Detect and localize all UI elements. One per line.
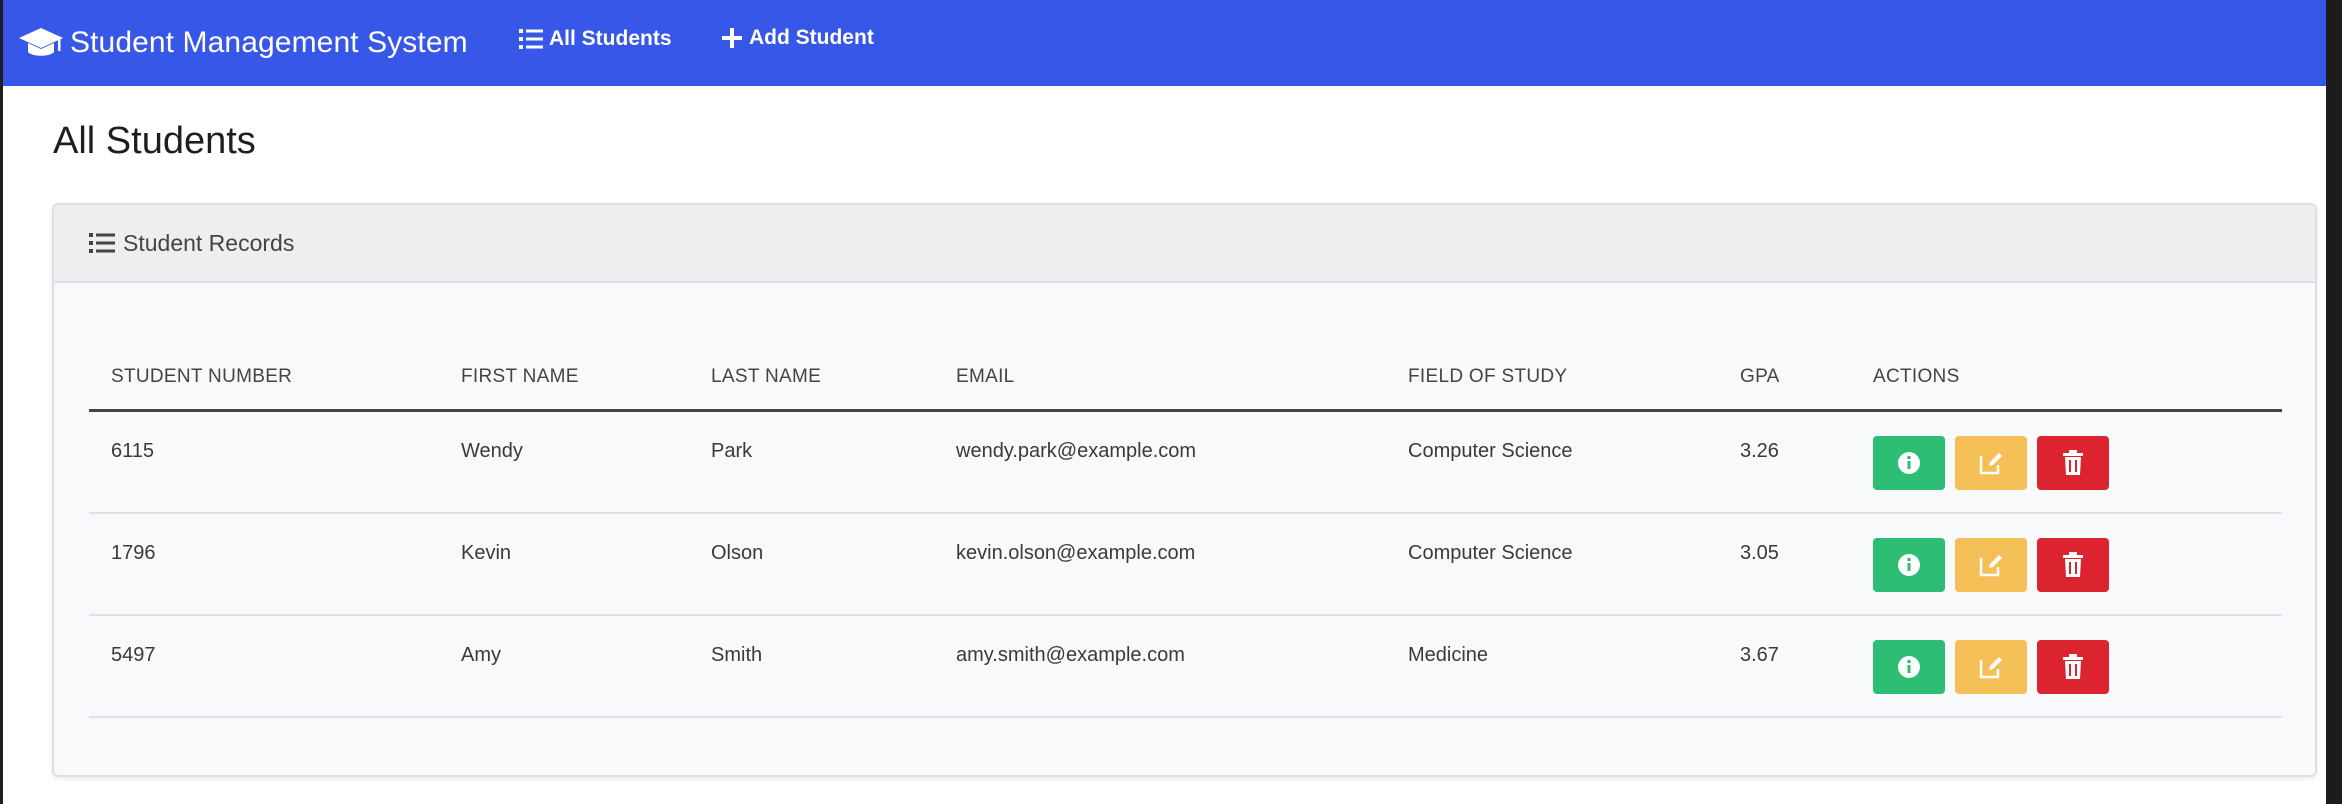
- trash-icon: [2063, 552, 2083, 577]
- view-button[interactable]: [1873, 436, 1945, 490]
- cell-last-name: Park: [689, 410, 934, 514]
- list-icon: [519, 29, 543, 49]
- column-header-first-name: FIRST NAME: [439, 345, 689, 412]
- brand-title: Student Management System: [70, 26, 468, 59]
- cell-student-number: 5497: [89, 615, 439, 718]
- nav-all-students-label: All Students: [549, 27, 672, 50]
- table-header-row: STUDENT NUMBER FIRST NAME LAST NAME EMAI…: [89, 345, 2282, 412]
- edit-button[interactable]: [1955, 538, 2027, 592]
- column-header-gpa: GPA: [1718, 345, 1851, 412]
- cell-first-name: Kevin: [439, 513, 689, 616]
- column-header-field-of-study: FIELD OF STUDY: [1386, 345, 1718, 412]
- delete-button[interactable]: [2037, 538, 2109, 592]
- list-icon: [89, 233, 115, 253]
- navbar: Student Management System All Students A…: [3, 0, 2326, 86]
- edit-icon: [1979, 555, 2002, 577]
- window-left-edge: [0, 0, 3, 804]
- edit-button[interactable]: [1955, 436, 2027, 490]
- card-header-title: Student Records: [123, 229, 295, 256]
- nav-add-student[interactable]: Add Student: [721, 26, 874, 50]
- delete-button[interactable]: [2037, 640, 2109, 694]
- cell-gpa: 3.05: [1718, 513, 1851, 616]
- info-icon: [1898, 656, 1920, 678]
- info-icon: [1898, 452, 1920, 474]
- page-title: All Students: [53, 120, 256, 162]
- cell-last-name: Olson: [689, 513, 934, 616]
- cell-actions: [1851, 410, 2282, 514]
- cell-email: kevin.olson@example.com: [934, 513, 1386, 616]
- delete-button[interactable]: [2037, 436, 2109, 490]
- edit-icon: [1979, 657, 2002, 679]
- cell-student-number: 1796: [89, 513, 439, 616]
- cell-first-name: Wendy: [439, 410, 689, 514]
- card-header: Student Records: [54, 205, 2315, 283]
- view-button[interactable]: [1873, 640, 1945, 694]
- table-row: 5497 Amy Smith amy.smith@example.com Med…: [89, 615, 2282, 718]
- table-row: 6115 Wendy Park wendy.park@example.com C…: [89, 410, 2282, 514]
- edit-icon: [1979, 453, 2002, 475]
- cell-field-of-study: Medicine: [1386, 615, 1718, 718]
- trash-icon: [2063, 450, 2083, 475]
- edit-button[interactable]: [1955, 640, 2027, 694]
- cell-student-number: 6115: [89, 410, 439, 514]
- column-header-last-name: LAST NAME: [689, 345, 934, 412]
- trash-icon: [2063, 654, 2083, 679]
- cell-field-of-study: Computer Science: [1386, 513, 1718, 616]
- plus-icon: [722, 28, 742, 48]
- nav-add-student-label: Add Student: [749, 26, 874, 49]
- cell-email: wendy.park@example.com: [934, 410, 1386, 514]
- view-button[interactable]: [1873, 538, 1945, 592]
- cell-actions: [1851, 513, 2282, 616]
- table-row: 1796 Kevin Olson kevin.olson@example.com…: [89, 513, 2282, 616]
- graduation-cap-icon: [19, 28, 63, 56]
- student-records-card: Student Records STUDENT NUMBER FIRST NAM…: [52, 203, 2317, 777]
- column-header-student-number: STUDENT NUMBER: [89, 345, 439, 412]
- column-header-email: EMAIL: [934, 345, 1386, 412]
- cell-first-name: Amy: [439, 615, 689, 718]
- cell-email: amy.smith@example.com: [934, 615, 1386, 718]
- cell-last-name: Smith: [689, 615, 934, 718]
- cell-gpa: 3.67: [1718, 615, 1851, 718]
- window-right-edge: [2326, 0, 2342, 804]
- nav-all-students[interactable]: All Students: [519, 27, 672, 51]
- cell-gpa: 3.26: [1718, 410, 1851, 514]
- column-header-actions: ACTIONS: [1851, 345, 2282, 412]
- info-icon: [1898, 554, 1920, 576]
- brand-link[interactable]: Student Management System: [18, 26, 468, 60]
- students-table: STUDENT NUMBER FIRST NAME LAST NAME EMAI…: [89, 345, 2282, 718]
- cell-field-of-study: Computer Science: [1386, 410, 1718, 514]
- cell-actions: [1851, 615, 2282, 718]
